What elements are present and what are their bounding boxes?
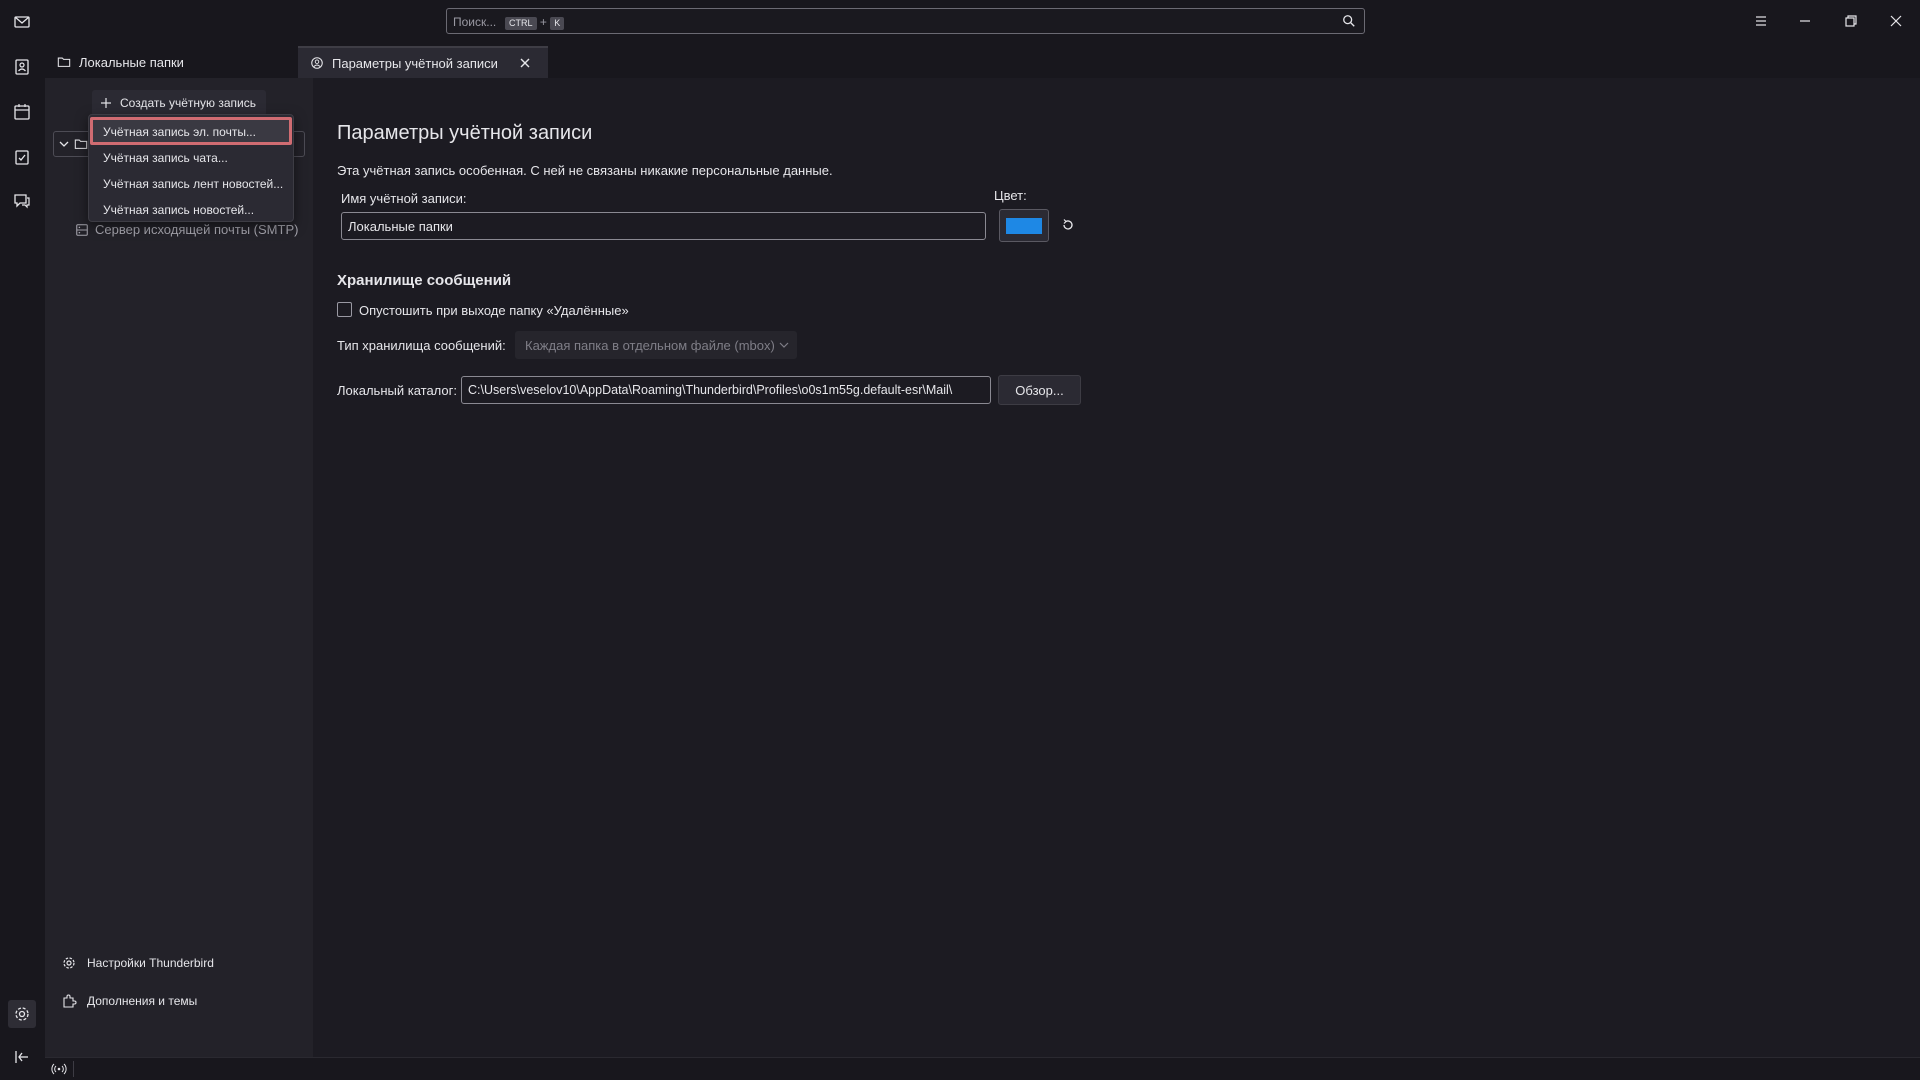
empty-trash-checkbox[interactable] xyxy=(337,302,352,317)
settings-space-button[interactable] xyxy=(8,1000,36,1028)
addons-label: Дополнения и темы xyxy=(87,994,198,1008)
account-settings-page: Параметры учётной записи Эта учётная зап… xyxy=(313,78,1920,1057)
mail-icon xyxy=(14,16,30,28)
local-dir-input[interactable]: C:\Users\veselov10\AppData\Roaming\Thund… xyxy=(461,376,991,404)
account-settings-icon xyxy=(311,57,323,69)
close-window-icon[interactable] xyxy=(1884,10,1908,32)
color-swatch-fill xyxy=(1006,218,1042,234)
menu-item-chat-account[interactable]: Учётная запись чата... xyxy=(103,151,228,165)
gear-icon xyxy=(63,957,75,969)
account-name-label: Имя учётной записи: xyxy=(341,191,467,206)
restore-icon[interactable] xyxy=(1838,10,1862,32)
store-type-label: Тип хранилища сообщений: xyxy=(337,338,506,353)
status-divider xyxy=(73,1061,74,1077)
collapse-spaces-button[interactable] xyxy=(10,1045,34,1069)
folder-pane: Сервер исходящей почты (SMTP) Настройки … xyxy=(45,78,313,1057)
search-input[interactable]: Поиск... CTRL + K xyxy=(446,8,1365,34)
tab-label: Локальные папки xyxy=(79,54,184,70)
addons-themes-link[interactable]: Дополнения и темы xyxy=(61,993,197,1009)
menu-item-feed-account[interactable]: Учётная запись лент новостей... xyxy=(103,177,283,191)
tasks-icon xyxy=(15,150,29,165)
shortcut-key-k: K xyxy=(550,17,565,30)
close-icon[interactable] xyxy=(518,56,532,70)
app-menu-icon[interactable] xyxy=(1749,10,1773,32)
calendar-space-button[interactable] xyxy=(10,100,34,124)
mail-space-button[interactable] xyxy=(10,10,34,34)
account-name-input[interactable]: Локальные папки xyxy=(341,212,986,240)
thunderbird-settings-link[interactable]: Настройки Thunderbird xyxy=(61,955,214,971)
local-dir-label: Локальный каталог: xyxy=(337,383,457,398)
create-account-menu: Учётная запись эл. почты... Учётная запи… xyxy=(88,114,294,222)
address-book-space-button[interactable] xyxy=(10,55,34,79)
tab-account-settings[interactable]: Параметры учётной записи xyxy=(298,46,548,78)
reset-color-icon[interactable] xyxy=(1061,218,1075,232)
smtp-label: Сервер исходящей почты (SMTP) xyxy=(95,222,299,237)
account-description: Эта учётная запись особенная. С ней не с… xyxy=(337,163,833,178)
tab-bar: Локальные папки Параметры учётной записи xyxy=(45,44,1920,78)
plus-icon xyxy=(101,98,111,108)
color-picker[interactable] xyxy=(999,209,1049,242)
folder-icon xyxy=(74,139,88,149)
calendar-icon xyxy=(14,104,30,120)
title-bar: Поиск... CTRL + K xyxy=(0,0,1920,44)
folder-icon xyxy=(57,57,71,67)
status-bar xyxy=(45,1057,1920,1080)
color-label: Цвет: xyxy=(994,188,1027,203)
create-account-label: Создать учётную запись xyxy=(120,96,256,110)
address-book-icon xyxy=(15,59,29,75)
smtp-server-item[interactable]: Сервер исходящей почты (SMTP) xyxy=(75,222,298,237)
settings-label: Настройки Thunderbird xyxy=(87,956,214,970)
store-type-value: Каждая папка в отдельном файле (mbox) xyxy=(525,337,775,353)
tasks-space-button[interactable] xyxy=(10,145,34,169)
menu-item-news-account[interactable]: Учётная запись новостей... xyxy=(103,203,254,217)
online-status-icon[interactable] xyxy=(51,1062,67,1076)
chevron-down-icon xyxy=(779,342,789,348)
spaces-toolbar xyxy=(0,0,45,1080)
tab-label: Параметры учётной записи xyxy=(332,55,498,71)
server-icon xyxy=(76,223,88,236)
puzzle-icon xyxy=(63,994,77,1008)
shortcut-key-ctrl: CTRL xyxy=(505,17,537,30)
collapse-arrow-icon xyxy=(15,1051,28,1063)
empty-trash-label[interactable]: Опустошить при выходе папку «Удалённые» xyxy=(359,303,629,318)
minimize-icon[interactable] xyxy=(1793,10,1817,32)
page-title: Параметры учётной записи xyxy=(337,122,593,144)
store-type-select: Каждая папка в отдельном файле (mbox) xyxy=(515,331,797,359)
chevron-down-icon[interactable] xyxy=(58,139,70,149)
chat-icon xyxy=(14,194,30,209)
search-icon[interactable] xyxy=(1342,14,1356,28)
shortcut-plus: + xyxy=(539,15,547,29)
search-shortcut: CTRL + K xyxy=(505,15,565,30)
message-storage-heading: Хранилище сообщений xyxy=(337,272,512,289)
create-account-button[interactable]: Создать учётную запись xyxy=(92,90,266,116)
browse-button[interactable]: Обзор... xyxy=(998,375,1081,405)
menu-item-email-account[interactable]: Учётная запись эл. почты... xyxy=(103,125,256,139)
tab-local-folders[interactable]: Локальные папки xyxy=(45,46,295,78)
search-placeholder: Поиск... xyxy=(453,15,497,29)
chat-space-button[interactable] xyxy=(10,189,34,213)
gear-icon xyxy=(15,1007,29,1021)
